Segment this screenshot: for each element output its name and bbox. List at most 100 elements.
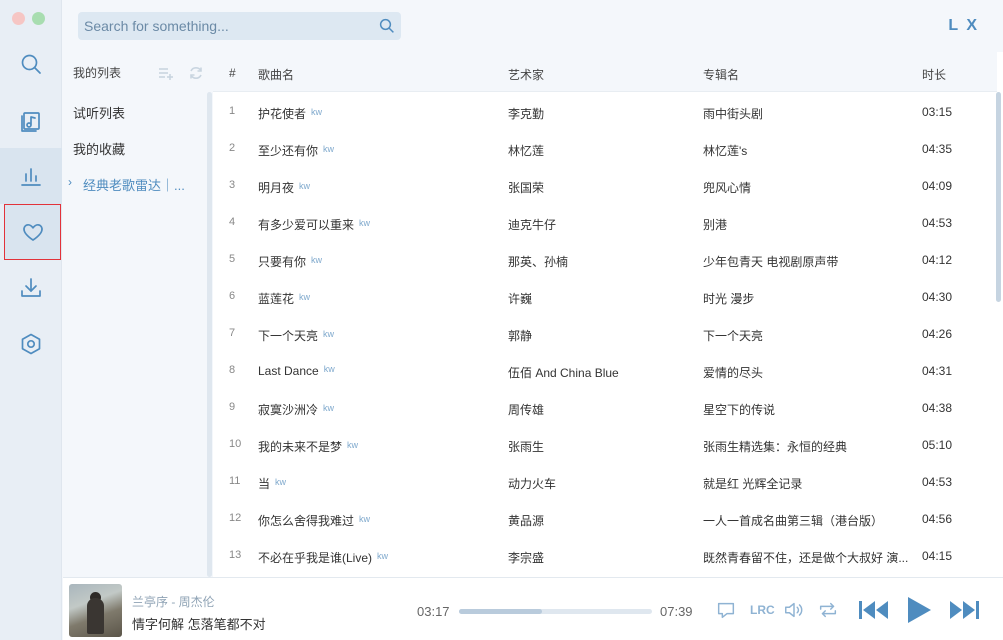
row-index-text: 3 [229, 179, 236, 191]
search-input[interactable] [78, 12, 373, 40]
song-duration-text: 04:56 [922, 512, 953, 526]
source-tag: kw [311, 255, 323, 265]
nav-download[interactable] [0, 260, 62, 316]
album-cover[interactable] [69, 584, 122, 637]
song-duration-text: 04:31 [922, 364, 953, 378]
maximize-window-button[interactable] [32, 12, 45, 25]
table-row[interactable]: 13 不必在乎我是谁(Live) kw 李宗盛 既然青春留不住，还是做个大叔好 演...… [213, 537, 993, 574]
sync-icon[interactable] [188, 66, 204, 80]
song-album: 下一个天亮 [703, 327, 913, 344]
nav-settings[interactable] [0, 316, 62, 372]
nav-song-list[interactable] [0, 92, 62, 148]
playlist-scrollbar[interactable] [207, 92, 212, 577]
table-row[interactable]: 12 你怎么舍得我难过 kw 黄品源 一人一首成名曲第三辑（港台版） 04:56 [213, 500, 993, 537]
table-row[interactable]: 6 蓝莲花 kw 许巍 时光 漫步 04:30 [213, 278, 993, 315]
now-playing-lyric: 情字何解 怎落笔都不对 [132, 617, 266, 632]
playlist-item-trial[interactable]: 试听列表 [73, 103, 125, 122]
skip-forward-icon [950, 601, 979, 619]
song-artist: 张雨生 [508, 438, 688, 455]
playlist-item-classic-radar[interactable]: › 经典老歌雷达｜... [68, 175, 185, 194]
nav-search[interactable] [0, 36, 62, 92]
volume-button[interactable] [782, 596, 806, 624]
now-playing-title: 兰亭序 - 周杰伦 [132, 595, 215, 609]
header-duration[interactable]: 时长 [922, 66, 946, 83]
add-list-icon[interactable] [158, 66, 174, 80]
current-time: 03:17 [417, 604, 450, 619]
row-index: 13 [229, 549, 253, 561]
song-album: 林忆莲's [703, 142, 913, 159]
song-duration: 04:31 [922, 364, 972, 378]
song-album-text: 兜风心情 [703, 181, 752, 195]
song-album: 别港 [703, 216, 913, 233]
row-index: 11 [229, 475, 253, 487]
close-window-button[interactable] [12, 12, 25, 25]
table-row[interactable]: 10 我的未来不是梦 kw 张雨生 张雨生精选集：永恒的经典 05:10 [213, 426, 993, 463]
comment-button[interactable] [715, 596, 737, 624]
playlist-item-favorites[interactable]: 我的收藏 [73, 139, 125, 158]
table-row[interactable]: 3 明月夜 kw 张国荣 兜风心情 04:09 [213, 167, 993, 204]
table-row[interactable]: 9 寂寞沙洲冷 kw 周传雄 星空下的传说 04:38 [213, 389, 993, 426]
nav-leaderboard[interactable] [0, 148, 62, 204]
song-album: 爱情的尽头 [703, 364, 913, 381]
source-tag: kw [323, 364, 335, 374]
song-table-scrollbar[interactable] [996, 92, 1001, 302]
header-title[interactable]: 歌曲名 [258, 66, 294, 83]
song-artist: 李宗盛 [508, 549, 688, 566]
table-row[interactable]: 8 Last Dance kw 伍佰 And China Blue 爱情的尽头 04:31 [213, 352, 993, 389]
chart-bars-icon [21, 168, 41, 186]
table-row[interactable]: 1 护花使者 kw 李克勤 雨中街头剧 03:15 [213, 93, 993, 130]
song-album: 时光 漫步 [703, 290, 913, 307]
row-index: 12 [229, 512, 253, 524]
song-duration-text: 04:53 [922, 216, 953, 230]
table-row[interactable]: 4 有多少爱可以重来 kw 迪克牛仔 别港 04:53 [213, 204, 993, 241]
source-tag: kw [299, 292, 311, 302]
row-index: 9 [229, 401, 253, 413]
song-artist-text: 动力火车 [508, 477, 557, 491]
song-album-text: 就是红 光辉全记录 [703, 477, 803, 491]
song-title: 不必在乎我是谁(Live) kw [258, 549, 498, 566]
song-table: # 歌曲名 艺术家 专辑名 时长 1 护花使者 kw 李克勤 雨中街头剧 03:15 2 至少… [213, 52, 1003, 577]
song-artist-text: 张国荣 [508, 181, 545, 195]
table-row[interactable]: 7 下一个天亮 kw 郭静 下一个天亮 04:26 [213, 315, 993, 352]
song-album-text: 下一个天亮 [703, 329, 764, 343]
song-artist-text: 林忆莲 [508, 144, 545, 158]
table-row[interactable]: 2 至少还有你 kw 林忆莲 林忆莲's 04:35 [213, 130, 993, 167]
play-button[interactable] [905, 596, 933, 624]
song-album-text: 雨中街头剧 [703, 107, 764, 121]
song-artist-text: 迪克牛仔 [508, 218, 557, 232]
source-tag: kw [377, 551, 389, 561]
table-row[interactable]: 11 当 kw 动力火车 就是红 光辉全记录 04:53 [213, 463, 993, 500]
source-tag: kw [323, 403, 335, 413]
song-artist: 许巍 [508, 290, 688, 307]
previous-track-button[interactable] [858, 596, 890, 624]
chevron-right-icon: › [68, 175, 72, 189]
song-artist-text: 李克勤 [508, 107, 545, 121]
header-artist[interactable]: 艺术家 [508, 66, 544, 83]
next-track-button[interactable] [948, 596, 980, 624]
row-index: 3 [229, 179, 253, 191]
search-bar [78, 12, 401, 40]
song-album: 一人一首成名曲第三辑（港台版） [703, 512, 913, 529]
table-row[interactable]: 5 只要有你 kw 那英、孙楠 少年包青天 电视剧原声带 04:12 [213, 241, 993, 278]
song-album: 就是红 光辉全记录 [703, 475, 913, 492]
song-artist-text: 许巍 [508, 292, 533, 306]
song-artist: 郭静 [508, 327, 688, 344]
download-icon [21, 278, 41, 297]
total-time: 07:39 [660, 604, 693, 619]
progress-bar[interactable] [459, 609, 652, 614]
header-album[interactable]: 专辑名 [703, 66, 739, 83]
repeat-mode-button[interactable] [816, 596, 840, 624]
song-title: 下一个天亮 kw [258, 327, 498, 344]
song-title: 有多少爱可以重来 kw [258, 216, 498, 233]
search-icon [379, 18, 394, 33]
lrc-button[interactable]: LRC [750, 596, 775, 624]
search-icon [21, 54, 41, 74]
nav-my-list[interactable] [4, 204, 61, 260]
song-artist: 李克勤 [508, 105, 688, 122]
search-submit-button[interactable] [373, 12, 401, 40]
song-artist: 伍佰 And China Blue [508, 364, 688, 381]
song-duration: 04:56 [922, 512, 972, 526]
song-album: 雨中街头剧 [703, 105, 913, 122]
song-album: 兜风心情 [703, 179, 913, 196]
song-duration-text: 04:35 [922, 142, 953, 156]
